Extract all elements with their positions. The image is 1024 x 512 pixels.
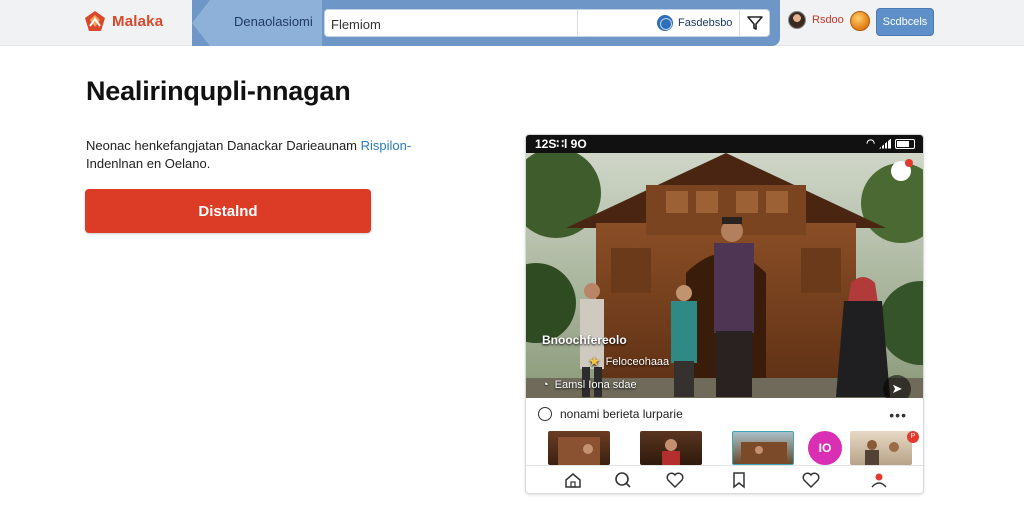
home-icon[interactable] [563, 470, 583, 490]
description-tail: Indenlnan en Oelano. [86, 156, 211, 171]
search-input[interactable] [331, 14, 571, 34]
notification-badge[interactable] [891, 159, 913, 181]
thumbnail-image [865, 440, 899, 465]
profile-name: Rsdoo [812, 14, 844, 26]
header-band-label[interactable]: Denaolasiomi [234, 14, 313, 29]
page-title: Nealirinqupli-nnagan [86, 76, 351, 106]
phone-mockup: 12S∷l 9O ◠ Bnoochfereolo ★ Feloceohaaa ◔… [525, 134, 924, 494]
top-bar: Malaka Denaolasiomi Fasdebsbo Rsdoo Scdb… [0, 0, 1024, 46]
search-divider [739, 10, 740, 36]
thumbnail[interactable] [850, 431, 912, 465]
coin-icon[interactable] [850, 11, 870, 31]
signal-icon [879, 138, 891, 149]
header-action-button[interactable]: Scdbcels [876, 8, 934, 36]
caption-text: nonami berieta lurparie [560, 407, 683, 421]
search-scope-label: Fasdebsbo [678, 17, 733, 29]
search-divider [577, 10, 578, 36]
photo-illustration [526, 153, 923, 398]
filter-icon[interactable] [745, 14, 765, 32]
clock-icon: ◔ [542, 379, 549, 391]
thumbnail-badge: P [907, 431, 919, 443]
thumbnail-image [558, 437, 600, 465]
bookmark-icon[interactable] [729, 470, 749, 490]
post-author[interactable]: Bnoochfereolo [542, 333, 627, 347]
profile-pin-icon[interactable] [869, 470, 889, 490]
search-scope[interactable]: Fasdebsbo [657, 15, 732, 31]
more-options-icon[interactable]: ••• [889, 407, 907, 423]
page-description: Neonac henkefangjatan Danackar Darieauna… [86, 137, 426, 173]
share-icon[interactable]: ➤ [883, 375, 911, 398]
caption-avatar-icon[interactable] [538, 407, 552, 421]
post-meta-label: Eamsl Iona sdae [554, 379, 637, 391]
globe-icon [657, 15, 673, 31]
thumbnail-image [662, 439, 680, 465]
status-icons: ◠ [866, 138, 915, 149]
post-location-label: Feloceohaaa [605, 355, 670, 368]
avatar [788, 11, 806, 29]
primary-cta-button[interactable]: Distalnd [85, 189, 371, 233]
bottom-nav [526, 465, 923, 493]
post-meta: ◔ Eamsl Iona sdae [542, 379, 637, 391]
battery-icon [895, 138, 915, 149]
thumbnail-image [741, 442, 787, 464]
post-location[interactable]: ★ Feloceohaaa [588, 353, 669, 370]
post-caption: nonami berieta lurparie [538, 407, 683, 421]
status-time: 12S∷l 9O [535, 137, 587, 151]
thumbnail[interactable] [548, 431, 610, 465]
live-badge[interactable]: IO [808, 431, 842, 465]
star-icon: ★ [588, 353, 601, 369]
thumbnail-strip: IO P [548, 431, 919, 465]
heart-icon[interactable] [665, 470, 685, 490]
description-lead: Neonac henkefangjatan Danackar Darieauna… [86, 138, 361, 153]
heart-icon[interactable] [801, 470, 821, 490]
brand-name: Malaka [112, 12, 164, 30]
thumbnail[interactable] [732, 431, 794, 465]
wifi-icon: ◠ [866, 138, 875, 149]
user-profile[interactable]: Rsdoo [788, 11, 844, 29]
brand-logo[interactable]: Malaka [84, 10, 163, 32]
status-bar: 12S∷l 9O ◠ [526, 135, 923, 153]
search-bar: Fasdebsbo [324, 9, 770, 37]
search-icon[interactable] [613, 470, 633, 490]
malaka-logo-icon [85, 11, 105, 31]
post-photo[interactable]: Bnoochfereolo ★ Feloceohaaa ◔ Eamsl Iona… [526, 153, 923, 398]
description-link[interactable]: Rispilon- [361, 138, 412, 153]
thumbnail[interactable] [640, 431, 702, 465]
